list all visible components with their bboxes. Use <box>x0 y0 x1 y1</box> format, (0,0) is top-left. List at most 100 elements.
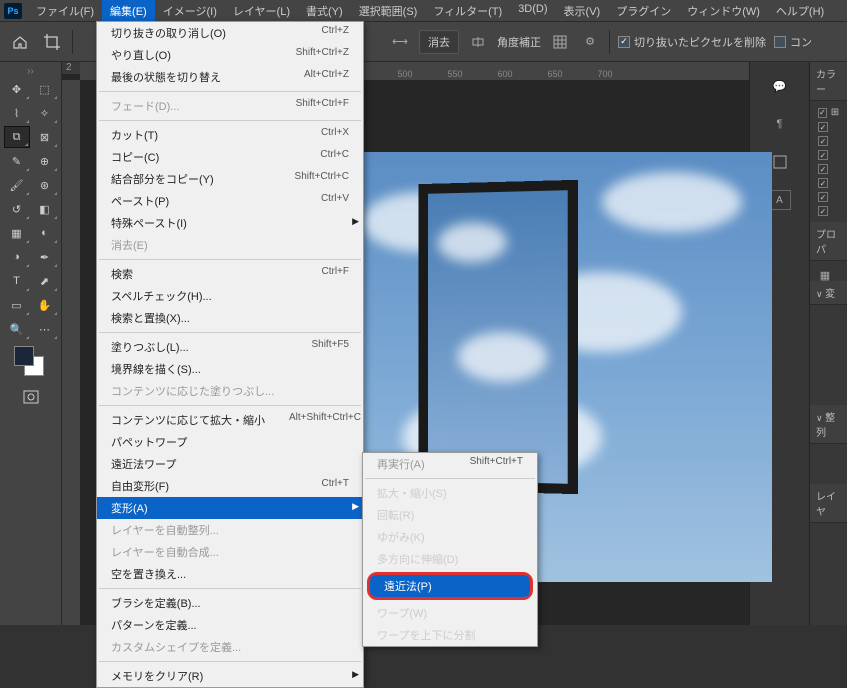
edit-menu-item[interactable]: 自由変形(F)Ctrl+T <box>97 475 363 497</box>
history-brush-tool[interactable]: ↺ <box>4 198 30 220</box>
transform-perspective-item[interactable]: 遠近法(P) <box>370 575 530 597</box>
gradient-tool[interactable]: ▦ <box>4 222 30 244</box>
lasso-tool[interactable]: ⌇ <box>4 102 30 124</box>
transform-submenu-item[interactable]: ゆがみ(K) <box>363 526 537 548</box>
move-tool[interactable]: ✥ <box>4 78 30 100</box>
path-select-tool[interactable]: ⬈ <box>32 270 58 292</box>
photoshop-logo: Ps <box>4 3 22 19</box>
eraser-tool[interactable]: ◧ <box>32 198 58 220</box>
menu-フィルター[interactable]: フィルター(T) <box>425 0 510 22</box>
edit-menu-item[interactable]: メモリをクリア(R)▶ <box>97 665 363 687</box>
type-tool[interactable]: T <box>4 270 30 292</box>
menu-選択範囲[interactable]: 選択範囲(S) <box>351 0 426 22</box>
edit-toolbar[interactable]: ⋯ <box>32 318 58 340</box>
rectangle-tool[interactable]: ▭ <box>4 294 30 316</box>
crop-tool[interactable]: ⧉ <box>4 126 30 148</box>
menu-プラグイン[interactable]: プラグイン <box>608 0 679 22</box>
edit-menu-item[interactable]: 境界線を描く(S)... <box>97 358 363 380</box>
menu-表示[interactable]: 表示(V) <box>556 0 609 22</box>
transform-submenu-item[interactable]: 回転(R) <box>363 504 537 526</box>
ruler-vertical <box>62 80 80 625</box>
edit-menu-item[interactable]: 結合部分をコピー(Y)Shift+Ctrl+C <box>97 168 363 190</box>
blur-tool[interactable]: ◐ <box>32 222 58 244</box>
straighten-icon[interactable] <box>467 31 489 53</box>
edit-menu-item[interactable]: やり直し(O)Shift+Ctrl+Z <box>97 44 363 66</box>
delete-pixels-checkbox[interactable]: 切り抜いたピクセルを削除 <box>618 34 766 50</box>
layers-panel-tab[interactable]: レイヤ <box>810 484 847 523</box>
edit-menu-item: フェード(D)...Shift+Ctrl+F <box>97 95 363 117</box>
edit-menu-item: 消去(E) <box>97 234 363 256</box>
delete-pixels-label: 切り抜いたピクセルを削除 <box>634 34 766 50</box>
right-panels: カラー ⊞ プロパ ▦ ∨ 変 ∨ 整列 レイヤ <box>809 62 847 625</box>
edit-menu-item[interactable]: ブラシを定義(B)... <box>97 592 363 614</box>
grid-overlay-icon[interactable] <box>549 31 571 53</box>
quickmask-icon[interactable] <box>18 386 44 408</box>
menu-3d[interactable]: 3D(D) <box>510 0 555 22</box>
menu-ファイル[interactable]: ファイル(F) <box>28 0 102 22</box>
edit-menu-item[interactable]: 切り抜きの取り消し(O)Ctrl+Z <box>97 22 363 44</box>
edit-menu-item[interactable]: パターンを定義... <box>97 614 363 636</box>
zoom-tool[interactable]: 🔍 <box>4 318 30 340</box>
content-aware-label: コン <box>790 34 812 50</box>
edit-menu-item[interactable]: カット(T)Ctrl+X <box>97 124 363 146</box>
transform-submenu-item[interactable]: ワープを上下に分割 <box>363 624 537 646</box>
transform-submenu-item[interactable]: 多方向に伸縮(D) <box>363 548 537 570</box>
dodge-tool[interactable]: ◑ <box>4 246 30 268</box>
edit-menu-item[interactable]: 空を置き換え... <box>97 563 363 585</box>
edit-menu-item: レイヤーを自動整列... <box>97 519 363 541</box>
toolbox: ›› ✥⬚⌇✧⧉⊠✎⊕🖌⊛↺◧▦◐◑✒T⬈▭✋🔍⋯ <box>0 62 62 625</box>
patch-tool[interactable]: ⊕ <box>32 150 58 172</box>
transform-submenu-item[interactable]: ワープ(W) <box>363 602 537 624</box>
settings-gear-icon[interactable]: ⚙ <box>579 31 601 53</box>
edit-menu-item[interactable]: コピー(C)Ctrl+C <box>97 146 363 168</box>
checkbox-icon[interactable] <box>774 36 786 48</box>
edit-menu-item[interactable]: 検索Ctrl+F <box>97 263 363 285</box>
edit-menu-item[interactable]: パペットワープ <box>97 431 363 453</box>
edit-menu-item[interactable]: 変形(A)▶ <box>97 497 363 519</box>
color-swatches[interactable] <box>14 346 48 376</box>
edit-menu-item: レイヤーを自動合成... <box>97 541 363 563</box>
menu-イメージ[interactable]: イメージ(I) <box>155 0 225 22</box>
transform-submenu-item[interactable]: 拡大・縮小(S) <box>363 482 537 504</box>
content-aware-checkbox[interactable]: コン <box>774 34 812 50</box>
paragraph-icon[interactable]: ¶ <box>769 114 791 134</box>
edit-menu-item: コンテンツに応じた塗りつぶし... <box>97 380 363 402</box>
clear-button[interactable]: 消去 <box>419 30 459 54</box>
edit-menu-dropdown: 切り抜きの取り消し(O)Ctrl+Zやり直し(O)Shift+Ctrl+Z最後の… <box>96 21 364 688</box>
collapse-handle-icon[interactable]: ›› <box>21 66 41 74</box>
edit-menu-item[interactable]: 最後の状態を切り替えAlt+Ctrl+Z <box>97 66 363 88</box>
marquee-tool[interactable]: ⬚ <box>32 78 58 100</box>
menu-レイヤー[interactable]: レイヤー(L) <box>225 0 298 22</box>
edit-menu-item[interactable]: 検索と置換(X)... <box>97 307 363 329</box>
menu-書式[interactable]: 書式(Y) <box>298 0 351 22</box>
menu-編集[interactable]: 編集(E) <box>102 0 155 22</box>
eyedropper-tool[interactable]: ✎ <box>4 150 30 172</box>
menu-ヘルプ[interactable]: ヘルプ(H) <box>768 0 832 22</box>
edit-menu-item[interactable]: スペルチェック(H)... <box>97 285 363 307</box>
color-panel-tab[interactable]: カラー <box>810 62 847 101</box>
edit-menu-item[interactable]: 遠近法ワープ <box>97 453 363 475</box>
edit-menu-item[interactable]: 特殊ペースト(I)▶ <box>97 212 363 234</box>
clear-aspect-icon[interactable]: ⟷ <box>389 31 411 53</box>
menu-ウィンドウ[interactable]: ウィンドウ(W) <box>679 0 768 22</box>
edit-menu-item[interactable]: ペースト(P)Ctrl+V <box>97 190 363 212</box>
brush-tool[interactable]: 🖌 <box>4 174 30 196</box>
transform-section[interactable]: ∨ 変 <box>810 281 847 305</box>
edit-menu-item[interactable]: コンテンツに応じて拡大・縮小Alt+Shift+Ctrl+C <box>97 409 363 431</box>
picture-frame-object[interactable] <box>418 180 578 494</box>
menubar: Ps ファイル(F)編集(E)イメージ(I)レイヤー(L)書式(Y)選択範囲(S… <box>0 0 847 22</box>
transform-submenu-item: 再実行(A)Shift+Ctrl+T <box>363 453 537 475</box>
comments-icon[interactable]: 💬 <box>769 76 791 96</box>
edit-menu-item[interactable]: 塗りつぶし(L)...Shift+F5 <box>97 336 363 358</box>
hand-tool[interactable]: ✋ <box>32 294 58 316</box>
home-icon[interactable] <box>8 30 32 54</box>
crop-tool-icon[interactable] <box>40 30 64 54</box>
align-section[interactable]: ∨ 整列 <box>810 405 847 444</box>
checkbox-icon[interactable] <box>618 36 630 48</box>
foreground-swatch[interactable] <box>14 346 34 366</box>
frame-tool[interactable]: ⊠ <box>32 126 58 148</box>
stamp-tool[interactable]: ⊛ <box>32 174 58 196</box>
object-select-tool[interactable]: ✧ <box>32 102 58 124</box>
pen-tool[interactable]: ✒ <box>32 246 58 268</box>
properties-panel-tab[interactable]: プロパ <box>810 222 847 261</box>
